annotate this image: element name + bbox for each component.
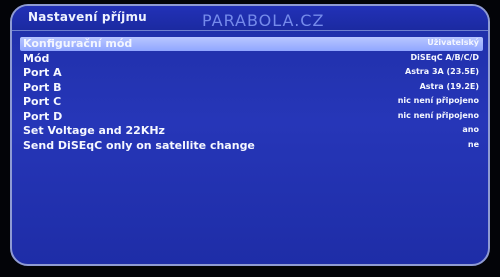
menu-item-label: Port B — [23, 80, 62, 94]
menu-item-mode[interactable]: Mód DiSEqC A/B/C/D — [20, 52, 483, 66]
menu-item-value: nic není připojeno — [397, 96, 479, 105]
menu-item-value: Uživatelský — [427, 38, 479, 47]
tv-screen: Nastavení příjmu PARABOLA.CZ Konfiguračn… — [0, 0, 500, 277]
menu-item-label: Set Voltage and 22KHz — [23, 124, 165, 137]
menu-item-label: Send DiSEqC only on satellite change — [23, 138, 255, 152]
title-bar: Nastavení příjmu PARABOLA.CZ — [12, 6, 488, 31]
menu-item-value: DiSEqC A/B/C/D — [410, 52, 479, 62]
watermark: PARABOLA.CZ — [202, 11, 325, 30]
menu-item-label: Port C — [23, 95, 62, 108]
menu-item-label: Port A — [23, 66, 62, 79]
menu-item-label: Port D — [23, 109, 63, 123]
menu-item-port-c[interactable]: Port C nic není připojeno — [20, 95, 483, 109]
menu-item-port-a[interactable]: Port A Astra 3A (23.5E) — [20, 66, 483, 80]
page-title: Nastavení příjmu — [28, 10, 147, 24]
menu-item-configuration-mode[interactable]: Konfigurační mód Uživatelský — [20, 37, 483, 51]
menu-item-send-diseqc[interactable]: Send DiSEqC only on satellite change ne — [20, 139, 483, 153]
menu-item-port-b[interactable]: Port B Astra (19.2E) — [20, 81, 483, 95]
menu-item-port-d[interactable]: Port D nic není připojeno — [20, 110, 483, 124]
menu-item-value: Astra (19.2E) — [419, 81, 479, 91]
menu-item-value: ne — [467, 139, 479, 149]
settings-panel: Nastavení příjmu PARABOLA.CZ Konfiguračn… — [10, 4, 490, 266]
menu-item-value: Astra 3A (23.5E) — [405, 67, 479, 76]
menu-item-value: nic není připojeno — [397, 110, 479, 120]
menu-item-value: ano — [462, 125, 479, 134]
settings-list: Konfigurační mód Uživatelský Mód DiSEqC … — [20, 37, 483, 153]
menu-item-label: Mód — [23, 51, 50, 65]
menu-item-voltage-22khz[interactable]: Set Voltage and 22KHz ano — [20, 124, 483, 138]
menu-item-label: Konfigurační mód — [23, 37, 133, 50]
